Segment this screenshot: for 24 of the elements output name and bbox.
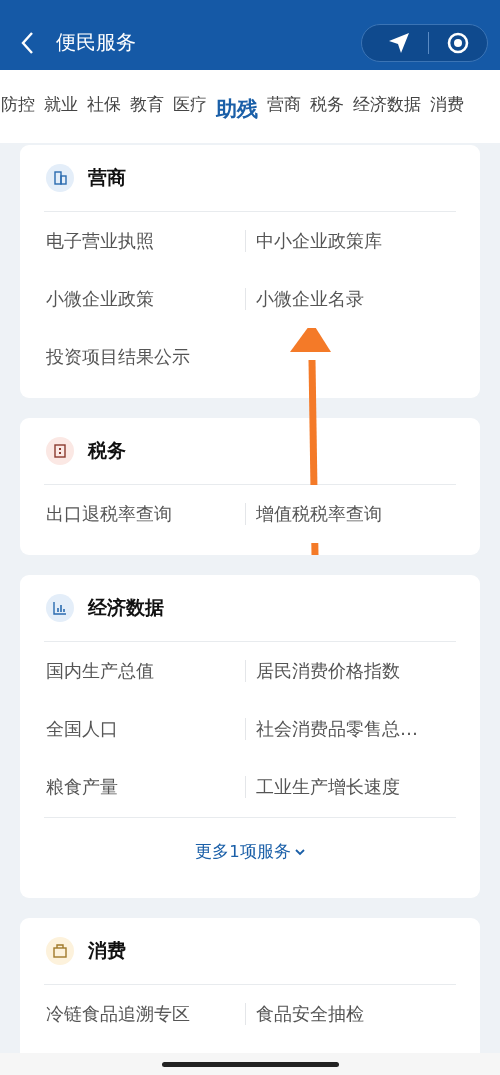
back-icon[interactable] (20, 30, 34, 55)
category-tab[interactable]: 社保 (87, 70, 121, 143)
category-tab[interactable]: 就业 (44, 70, 78, 143)
section-title: 营商 (88, 165, 126, 190)
section-title: 经济数据 (88, 595, 164, 620)
home-indicator[interactable] (161, 1061, 339, 1067)
section-title: 消费 (88, 938, 126, 963)
page-title: 便民服务 (56, 29, 137, 56)
category-tab[interactable]: 经济数据 (353, 70, 421, 143)
category-tab[interactable]: 税务 (310, 70, 344, 143)
building-icon (46, 164, 74, 192)
category-tab[interactable]: 消费 (430, 70, 464, 143)
bar-chart-icon (46, 594, 74, 622)
navigation-icon[interactable] (388, 31, 410, 54)
bag-icon (46, 937, 74, 965)
category-tab[interactable]: 教育 (130, 70, 164, 143)
chevron-down-icon[interactable] (294, 848, 305, 856)
target-icon[interactable] (447, 31, 469, 54)
category-tab[interactable]: 防控 (1, 70, 35, 143)
document-icon (46, 437, 74, 465)
category-tab[interactable]: 医疗 (173, 70, 207, 143)
section-title: 税务 (88, 438, 126, 463)
category-tab[interactable]: 营商 (267, 70, 301, 143)
more-services-link[interactable]: 更多1项服务 (195, 841, 291, 863)
